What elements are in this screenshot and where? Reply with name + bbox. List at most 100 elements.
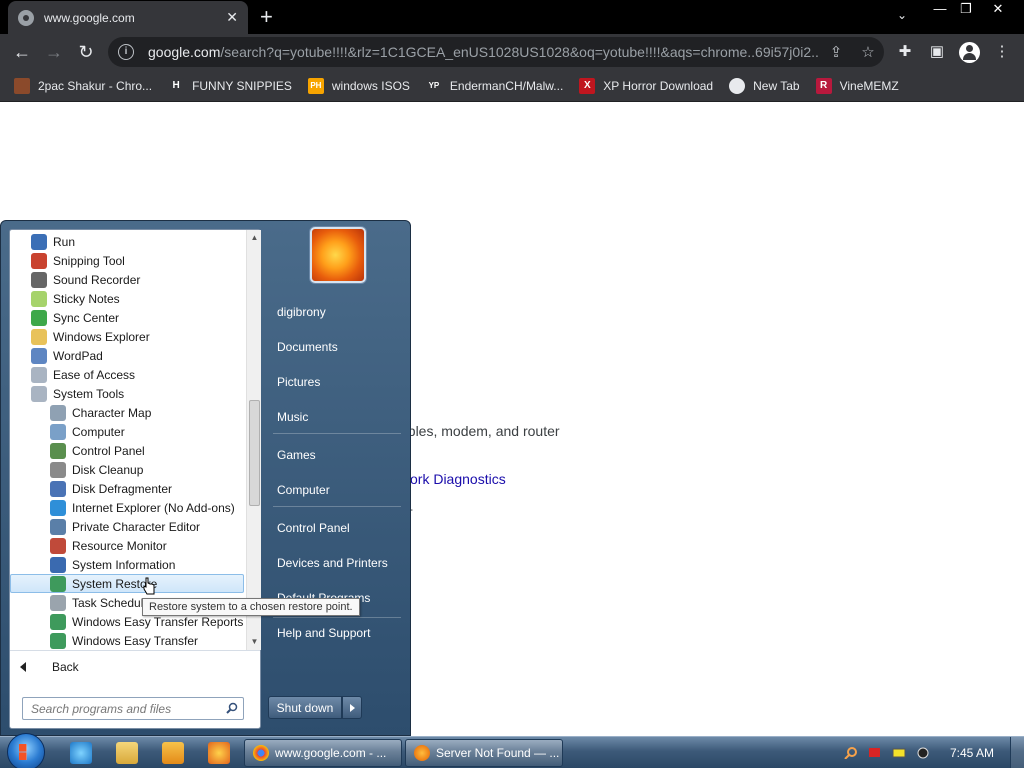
program-item-windows-easy-transfer[interactable]: Windows Easy Transfer <box>50 631 198 650</box>
bookmark-label: FUNNY SNIPPIES <box>192 78 292 93</box>
program-item-disk-cleanup[interactable]: Disk Cleanup <box>50 460 143 479</box>
search-icon[interactable] <box>226 702 238 714</box>
easy-transfer-icon <box>50 632 66 649</box>
program-item-windows-explorer[interactable]: Windows Explorer <box>31 327 150 346</box>
program-label: Windows Explorer <box>53 329 150 344</box>
shut-down-button[interactable]: Shut down <box>268 696 342 719</box>
start-link-control-panel[interactable]: Control Panel <box>277 521 350 535</box>
paint-icon[interactable] <box>208 742 230 764</box>
program-label: Sync Center <box>53 310 120 325</box>
start-link-computer[interactable]: Computer <box>277 483 330 497</box>
program-item-computer[interactable]: Computer <box>50 422 125 441</box>
info-icon[interactable]: i <box>118 44 134 60</box>
start-link-devices-and-printers[interactable]: Devices and Printers <box>277 556 388 570</box>
taskbar-task-button[interactable]: www.google.com - ... <box>244 739 402 767</box>
network-diagnostics-link[interactable]: ork Diagnostics <box>410 471 506 487</box>
start-link-documents[interactable]: Documents <box>277 340 338 354</box>
program-label: Disk Cleanup <box>72 462 144 477</box>
globe-icon <box>18 9 34 26</box>
close-window-button[interactable]: ✕ <box>984 0 1012 18</box>
start-orb-windows-icon[interactable] <box>7 733 45 768</box>
reload-icon[interactable]: ↻ <box>74 40 98 64</box>
internet-explorer-icon[interactable] <box>70 742 92 764</box>
bookmark-star-icon[interactable]: ☆ <box>852 43 884 61</box>
program-item-control-panel[interactable]: Control Panel <box>50 441 145 460</box>
menu-kebab-icon[interactable]: ⋮ <box>992 42 1012 62</box>
program-item-wordpad[interactable]: WordPad <box>31 346 103 365</box>
program-item-snipping-tool[interactable]: Snipping Tool <box>31 251 125 270</box>
start-link-pictures[interactable]: Pictures <box>277 375 320 389</box>
shut-down-options-arrow-icon[interactable] <box>342 696 362 719</box>
bookmark-label: 2pac Shakur - Chro... <box>38 78 153 93</box>
side-panel-icon[interactable]: ▣ <box>927 42 947 62</box>
yp-bookmark-icon: YP <box>425 77 442 94</box>
bookmark-item[interactable]: R VineMEMZ <box>815 77 899 94</box>
bookmark-item[interactable]: 2pac Shakur - Chro... <box>14 77 153 94</box>
scrollbar-thumb[interactable] <box>249 400 260 506</box>
bookmark-label: New Tab <box>753 78 800 93</box>
back-arrow-icon[interactable]: ← <box>10 40 34 64</box>
program-item-sync-center[interactable]: Sync Center <box>31 308 119 327</box>
new-tab-button[interactable]: + <box>260 6 273 28</box>
programs-pane: Run Snipping Tool Sound Recorder Sticky Not… <box>9 229 261 729</box>
bookmarks-bar: 2pac Shakur - Chro... H FUNNY SNIPPIES PH wi… <box>0 70 1024 102</box>
program-item-sound-recorder[interactable]: Sound Recorder <box>31 270 140 289</box>
address-bar[interactable]: i google.com/search?q=yotube!!!!&rlz=1C1… <box>108 37 884 67</box>
search-tray-icon[interactable] <box>844 747 858 759</box>
flag-tray-icon[interactable] <box>868 747 882 759</box>
tab-search-chevron-icon[interactable]: ⌄ <box>897 8 907 22</box>
programs-scrollbar[interactable]: ▲ ▼ <box>246 230 261 650</box>
program-label: System Information <box>72 557 176 572</box>
address-url[interactable]: google.com/search?q=yotube!!!!&rlz=1C1GC… <box>148 44 820 60</box>
close-tab-icon[interactable]: ✕ <box>226 9 238 26</box>
program-label: Ease of Access <box>53 367 136 382</box>
program-label: System Tools <box>53 386 125 401</box>
program-item-ease-of-access[interactable]: Ease of Access <box>31 365 135 384</box>
restore-button[interactable]: ❐ <box>952 0 980 18</box>
battery-tray-icon[interactable] <box>892 747 906 759</box>
start-link-games[interactable]: Games <box>277 448 316 462</box>
show-desktop-button[interactable] <box>1010 737 1024 768</box>
bookmark-item[interactable]: PH windows ISOS <box>307 77 410 94</box>
program-item-system-tools[interactable]: System Tools <box>31 384 124 403</box>
start-link-help-and-support[interactable]: Help and Support <box>277 626 370 640</box>
page-text-fragment: ables, modem, and router <box>400 423 560 439</box>
windows-explorer-folder-icon[interactable] <box>116 742 138 764</box>
task-label: www.google.com - ... <box>275 746 387 760</box>
back-button[interactable]: Back <box>20 660 79 674</box>
bookmark-item[interactable]: YP EndermanCH/Malw... <box>425 77 563 94</box>
program-item-resource-monitor[interactable]: Resource Monitor <box>50 536 167 555</box>
extensions-puzzle-icon[interactable]: ✚ <box>895 42 915 62</box>
bookmark-item[interactable]: H FUNNY SNIPPIES <box>168 77 292 94</box>
start-search-input[interactable]: Search programs and files <box>22 697 244 720</box>
program-item-character-map[interactable]: Character Map <box>50 403 151 422</box>
program-item-system-restore[interactable]: System Restore <box>10 574 244 593</box>
program-item-disk-defragmenter[interactable]: Disk Defragmenter <box>50 479 172 498</box>
share-icon[interactable]: ⇪ <box>820 43 852 61</box>
bookmark-item[interactable]: X XP Horror Download <box>579 77 713 94</box>
minimize-button[interactable]: — <box>926 0 954 18</box>
2pac-bookmark-icon <box>14 77 30 94</box>
profile-avatar-icon[interactable] <box>959 42 980 63</box>
start-link-music[interactable]: Music <box>277 410 308 424</box>
start-link-user-name[interactable]: digibrony <box>277 305 326 319</box>
program-item-task-scheduler[interactable]: Task Scheduler <box>50 593 154 612</box>
start-menu: Run Snipping Tool Sound Recorder Sticky Not… <box>0 220 411 736</box>
clock[interactable]: 7:45 AM <box>950 746 994 760</box>
scroll-down-arrow-icon[interactable]: ▼ <box>247 634 262 650</box>
forward-arrow-icon[interactable]: → <box>42 40 66 64</box>
scroll-up-arrow-icon[interactable]: ▲ <box>247 230 262 246</box>
program-item-sticky-notes[interactable]: Sticky Notes <box>31 289 120 308</box>
browser-tab[interactable]: www.google.com ✕ <box>8 1 248 34</box>
program-item-system-information[interactable]: System Information <box>50 555 175 574</box>
media-player-icon[interactable] <box>162 742 184 764</box>
taskbar-task-button[interactable]: Server Not Found — ... <box>405 739 563 767</box>
bookmark-item[interactable]: New Tab <box>729 77 800 94</box>
program-item-private-character-editor[interactable]: Private Character Editor <box>50 517 200 536</box>
user-picture-flower-icon[interactable] <box>310 227 366 283</box>
programs-list: Run Snipping Tool Sound Recorder Sticky Not… <box>10 230 246 650</box>
program-item-internet-explorer-no-add-ons[interactable]: Internet Explorer (No Add-ons) <box>50 498 235 517</box>
program-item-run[interactable]: Run <box>31 232 75 251</box>
folder-icon <box>31 328 47 345</box>
volume-tray-icon[interactable] <box>916 747 930 759</box>
